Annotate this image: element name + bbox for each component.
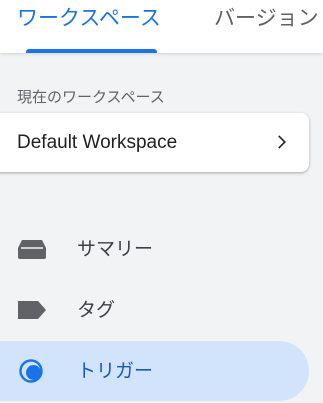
tag-icon <box>18 301 46 319</box>
trigger-icon <box>19 359 43 383</box>
current-workspace-label: 現在のワークスペース <box>17 88 165 106</box>
chevron-right-icon <box>278 135 286 149</box>
active-tab-indicator <box>26 49 157 53</box>
nav-item-triggers-label: トリガー <box>77 360 154 382</box>
nav-item-triggers[interactable]: トリガー <box>0 341 309 401</box>
workspace-name: Default Workspace <box>17 132 178 153</box>
workspace-selector-button[interactable]: Default Workspace <box>0 113 309 172</box>
tab-versions[interactable]: バージョン <box>214 4 319 32</box>
nav-item-summary[interactable]: サマリー <box>0 219 309 279</box>
tab-workspace[interactable]: ワークスペース <box>17 4 161 32</box>
nav-item-tags-label: タグ <box>77 299 116 321</box>
summary-inbox-icon <box>18 240 46 259</box>
nav-item-summary-label: サマリー <box>77 238 154 260</box>
top-tab-bar: ワークスペース バージョン <box>0 0 323 53</box>
nav-item-tags[interactable]: タグ <box>0 280 309 340</box>
